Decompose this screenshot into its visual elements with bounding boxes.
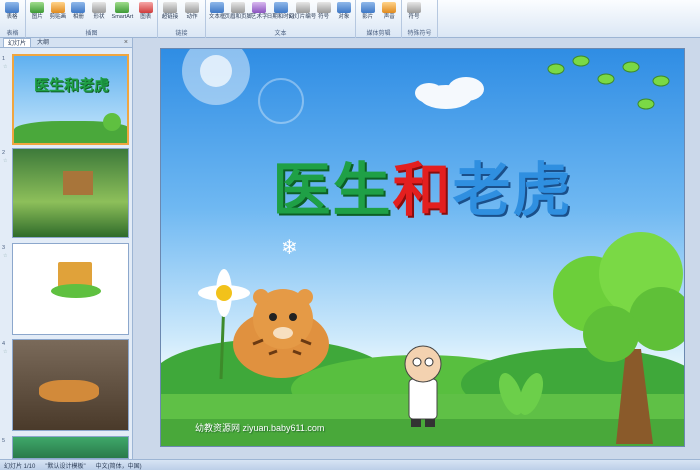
ribbon-group-illustrations: 图片 剪贴画 相册 形状 SmartArt 图表 插图 — [26, 0, 158, 38]
tree-shape — [103, 113, 121, 131]
slide-thumbnail-1[interactable]: 医生和老虎 — [12, 54, 129, 145]
slide-thumbnail-4[interactable] — [12, 339, 129, 431]
textbox-button[interactable]: 文本框 — [208, 2, 226, 21]
slide-number: 4 — [2, 341, 6, 347]
header-footer-button[interactable]: 页眉和页脚 — [225, 2, 252, 21]
header-footer-icon — [231, 2, 246, 13]
chart-icon — [138, 2, 153, 13]
object-button[interactable]: 对象 — [335, 2, 353, 21]
album-button[interactable]: 相册 — [69, 2, 88, 21]
snowflake-icon: ❄ — [281, 235, 298, 259]
status-bar: 幻灯片 1/10 "默认设计模板" 中文(简体，中国) — [0, 459, 700, 470]
theme-status: "默认设计模板" — [45, 463, 86, 470]
ribbon-group-links: 超链接 动作 链接 — [158, 0, 206, 38]
ribbon-group-media: 影片 声音 媒体剪辑 — [356, 0, 402, 38]
album-icon — [71, 2, 86, 13]
movie-icon — [360, 2, 375, 13]
slide-thumbnail-2[interactable] — [12, 148, 129, 238]
slide-number: 5 — [2, 438, 6, 444]
symbol-icon — [316, 2, 331, 13]
picture-button[interactable]: 图片 — [28, 2, 47, 21]
watermark-text: 幼教资源网 ziyuan.baby611.com — [195, 423, 325, 433]
shapes-button[interactable]: 形状 — [90, 2, 109, 21]
wordart-button[interactable]: 艺术字 — [250, 2, 268, 21]
language-status: 中文(简体，中国) — [95, 463, 142, 470]
shapes-icon — [92, 2, 107, 13]
cloud-icon — [415, 77, 484, 109]
tiger-shape — [39, 380, 99, 402]
clipart-button[interactable]: 剪贴画 — [49, 2, 68, 21]
slide-number-button[interactable]: 幻灯片编号 — [289, 2, 316, 21]
smartart-button[interactable]: SmartArt — [110, 2, 134, 21]
daisy-icon — [198, 269, 250, 317]
ribbon-group-tables: 表格 表格 — [0, 0, 26, 38]
slide-number: 2 — [2, 150, 6, 156]
animation-icon: ☆ — [3, 349, 8, 355]
slide-count-status: 幻灯片 1/10 — [4, 463, 36, 470]
hyperlink-button[interactable]: 超链接 — [160, 2, 180, 21]
animation-icon: ☆ — [3, 253, 8, 259]
ribbon: 表格 表格 图片 剪贴画 相册 形状 SmartArt 图表 插图 超链接 动作… — [0, 0, 700, 38]
smartart-icon — [115, 2, 130, 13]
picture-icon — [30, 2, 45, 13]
table-icon — [5, 2, 19, 13]
hyperlink-icon — [163, 2, 177, 13]
thumbnail-title: 医生和老虎 — [34, 77, 110, 94]
title-char-3: 和 — [392, 156, 453, 224]
symbol-button[interactable]: 符号 — [315, 2, 333, 21]
panel-tabs: 幻灯片 大纲 × — [0, 38, 132, 48]
slide-thumbnail-3[interactable] — [12, 243, 129, 335]
slide-number: 3 — [2, 245, 6, 251]
wordart-icon — [252, 2, 267, 13]
vine-leaves-icon — [547, 55, 670, 110]
chart-button[interactable]: 图表 — [136, 2, 155, 21]
slide-number: 1 — [2, 56, 6, 62]
slide-number-icon — [295, 2, 310, 13]
animation-icon: ☆ — [3, 64, 8, 70]
clipart-icon — [50, 2, 65, 13]
ribbon-group-text: 文本框 页眉和页脚 艺术字 日期和时间 幻灯片编号 符号 对象 文本 — [206, 0, 356, 38]
title-char-5: 虎 — [512, 156, 573, 224]
tiger-icon — [233, 289, 329, 378]
ribbon-group-special-symbols: 符号 特殊符号 — [402, 0, 438, 38]
slide-editor: ❄ 医生和老虎 幼教资源网 ziyuan.baby611.com — [133, 38, 700, 459]
special-symbol-button[interactable]: 符号 — [404, 2, 424, 21]
table-button[interactable]: 表格 — [2, 2, 22, 21]
tab-outline[interactable]: 大纲 — [33, 38, 53, 47]
movie-button[interactable]: 影片 — [358, 2, 378, 21]
sound-icon — [382, 2, 397, 13]
slide-thumbnail-5[interactable] — [12, 436, 129, 459]
current-slide[interactable]: ❄ 医生和老虎 幼教资源网 ziyuan.baby611.com — [160, 48, 685, 447]
sound-button[interactable]: 声音 — [380, 2, 400, 21]
action-button[interactable]: 动作 — [182, 2, 202, 21]
grass-shape — [51, 284, 101, 298]
slides-panel: 幻灯片 大纲 × 1 ☆ 医生和老虎 2 ☆ 3 ☆ 4 ☆ 5 — [0, 38, 133, 459]
date-time-button[interactable]: 日期和时间 — [267, 2, 294, 21]
title-char-4: 老 — [452, 156, 513, 224]
tab-slides[interactable]: 幻灯片 — [3, 38, 32, 47]
animation-icon: ☆ — [3, 158, 8, 164]
title-char-2: 生 — [332, 156, 393, 224]
action-icon — [185, 2, 199, 13]
symbol-icon — [407, 2, 421, 13]
house-shape — [63, 171, 93, 195]
slide-artwork: ❄ — [161, 49, 684, 446]
slide-title[interactable]: 医生和老虎 — [161, 143, 684, 227]
title-char-1: 医 — [272, 156, 333, 224]
close-icon[interactable]: × — [124, 38, 128, 47]
textbox-icon — [210, 2, 225, 13]
doctor-icon — [404, 345, 442, 427]
object-icon — [336, 2, 351, 13]
date-time-icon — [273, 2, 288, 13]
